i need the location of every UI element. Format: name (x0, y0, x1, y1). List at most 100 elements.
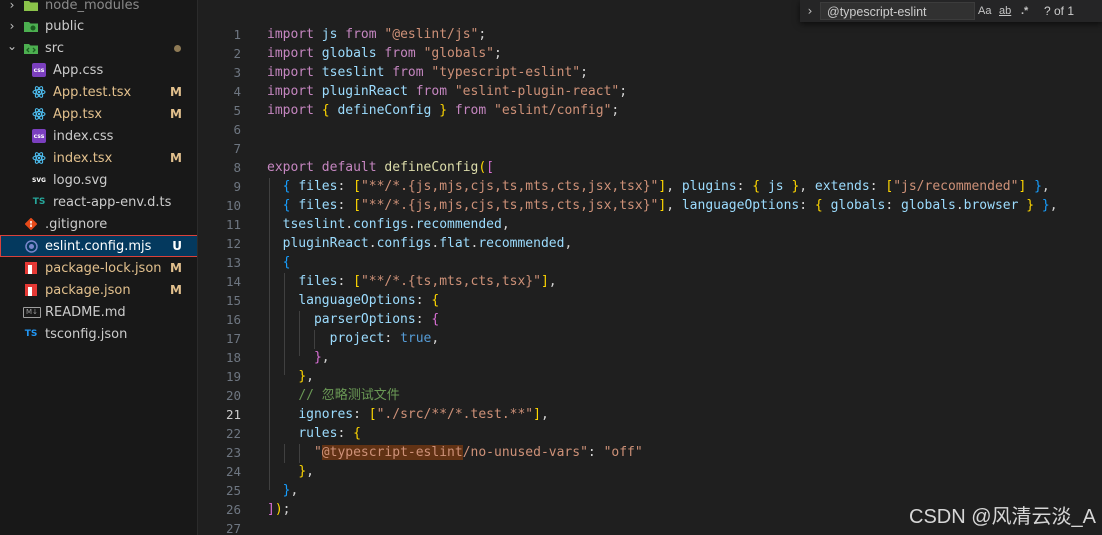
code-token: ignores (298, 407, 354, 422)
code-token: : (415, 293, 432, 308)
folder-src-icon (24, 41, 38, 55)
code-line[interactable]: ]); (267, 500, 290, 519)
code-token: rules (298, 426, 338, 441)
code-token: recommended (478, 236, 565, 251)
find-input[interactable]: @typescript-eslint (820, 2, 975, 20)
match-whole-word-toggle[interactable]: ab (999, 5, 1011, 17)
tree-item-label: package.json (45, 282, 131, 298)
code-line[interactable]: import tseslint from "typescript-eslint"… (267, 63, 588, 82)
code-token: "./src/**/*.test.**" (376, 407, 534, 422)
code-token: , (1049, 198, 1058, 213)
code-line[interactable]: project: true, (267, 329, 440, 348)
tree-item-gitignore[interactable]: .gitignore (0, 213, 197, 235)
tree-item-index-css[interactable]: css index.css (0, 125, 197, 147)
tree-item-package-lock[interactable]: package-lock.json M (0, 257, 197, 279)
chevron-down-icon[interactable]: ⌄ (6, 39, 18, 53)
tree-item-react-app-env[interactable]: TS react-app-env.d.ts (0, 191, 197, 213)
css-file-icon: css (32, 129, 46, 143)
code-token: , (1041, 179, 1050, 194)
git-status-badge: M (170, 261, 182, 275)
tree-item-tsconfig[interactable]: TS tsconfig.json (0, 323, 197, 345)
code-line[interactable]: import pluginReact from "eslint-plugin-r… (267, 82, 627, 101)
code-line[interactable]: }, (267, 367, 314, 386)
code-token: , (501, 217, 510, 232)
code-line[interactable]: "@typescript-eslint/no-unused-vars": "of… (267, 443, 643, 462)
match-case-toggle[interactable]: Aa (978, 5, 991, 17)
code-line[interactable]: import { defineConfig } from "eslint/con… (267, 101, 619, 120)
vscode-window: › node_modules › public ⌄ src css App.cs… (0, 0, 1102, 535)
code-token: . (407, 217, 416, 232)
code-token: [ (353, 198, 361, 213)
code-token: : (353, 407, 369, 422)
code-token: { (752, 179, 761, 194)
code-token: ] (533, 407, 541, 422)
tree-item-src[interactable]: ⌄ src (0, 37, 197, 59)
line-number: 27 (225, 521, 241, 535)
code-line[interactable]: { files: ["**/*.{js,mjs,cjs,ts,mts,cts,j… (267, 177, 1050, 196)
code-token: plugins (681, 179, 737, 194)
code-line[interactable]: rules: { (267, 424, 361, 443)
code-line[interactable]: }, (267, 462, 314, 481)
code-line[interactable]: ignores: ["./src/**/*.test.**"], (267, 405, 548, 424)
tree-item-index-tsx[interactable]: index.tsx M (0, 147, 197, 169)
code-token: ; (282, 502, 291, 517)
code-line[interactable]: pluginReact.configs.flat.recommended, (267, 234, 573, 253)
tree-item-node-modules[interactable]: › node_modules (0, 0, 197, 16)
ts-file-icon: TS (32, 197, 46, 207)
tree-item-label: App.tsx (53, 106, 103, 122)
code-line[interactable]: parserOptions: { (267, 310, 439, 329)
code-token: : (337, 179, 354, 194)
line-number: 12 (225, 236, 241, 251)
code-line[interactable]: { (267, 253, 291, 272)
tree-item-eslint-config[interactable]: eslint.config.mjs U (0, 235, 197, 257)
line-number: 4 (233, 84, 241, 99)
code-line[interactable]: export default defineConfig([ (267, 158, 494, 177)
code-token: files (298, 274, 338, 289)
line-number: 26 (225, 502, 241, 517)
chevron-right-icon[interactable]: › (6, 0, 18, 12)
code-token: globals (321, 46, 377, 61)
code-token: , (666, 179, 682, 194)
code-line[interactable]: }, (267, 348, 330, 367)
code-token: browser (963, 198, 1019, 213)
use-regex-toggle[interactable]: .* (1021, 5, 1028, 17)
git-status-badge: M (170, 107, 182, 121)
toggle-replace-chevron-icon[interactable]: › (800, 4, 820, 18)
code-token: defineConfig (384, 160, 479, 175)
code-line[interactable]: { files: ["**/*.{js,mjs,cjs,ts,mts,cts,j… (267, 196, 1058, 215)
code-token: pluginReact (282, 236, 369, 251)
code-token: } (1041, 198, 1050, 213)
code-line[interactable]: import js from "@eslint/js"; (267, 25, 486, 44)
code-line[interactable]: files: ["**/*.{ts,mts,cts,tsx}"], (267, 272, 556, 291)
code-token: . (368, 236, 377, 251)
tree-item-logo-svg[interactable]: SVG logo.svg (0, 169, 197, 191)
tree-item-label: src (45, 40, 64, 56)
code-token: "eslint/config" (494, 103, 612, 118)
chevron-right-icon[interactable]: › (6, 19, 18, 33)
tree-item-readme[interactable]: M↓ README.md (0, 301, 197, 323)
code-line[interactable]: languageOptions: { (267, 291, 439, 310)
tree-item-public[interactable]: › public (0, 15, 197, 37)
code-token: : (587, 445, 604, 460)
line-number: 22 (225, 426, 241, 441)
tree-item-package-json[interactable]: package.json M (0, 279, 197, 301)
code-editor[interactable]: 1 2 3 4 5 6 7 8 9 10 11 12 13 14 15 16 17 18 19 20 21 22 23 24 2… (199, 0, 1102, 535)
code-token: "**/*.{js,mjs,cjs,ts,mts,cts,jsx,tsx}" (360, 198, 659, 213)
tree-item-label: package-lock.json (45, 260, 162, 276)
tree-item-app-test-tsx[interactable]: App.test.tsx M (0, 81, 197, 103)
code-line[interactable]: import globals from "globals"; (267, 44, 502, 63)
code-line[interactable]: tseslint.configs.recommended, (267, 215, 510, 234)
code-line[interactable]: }, (267, 481, 299, 500)
find-widget: › @typescript-eslint Aa ab .* ? of 1 (800, 0, 1102, 22)
code-line[interactable]: // 忽略测试文件 (267, 386, 399, 405)
code-token: files (298, 198, 338, 213)
tree-item-app-css[interactable]: css App.css (0, 59, 197, 81)
tree-item-app-tsx[interactable]: App.tsx M (0, 103, 197, 125)
line-number: 19 (225, 369, 241, 384)
